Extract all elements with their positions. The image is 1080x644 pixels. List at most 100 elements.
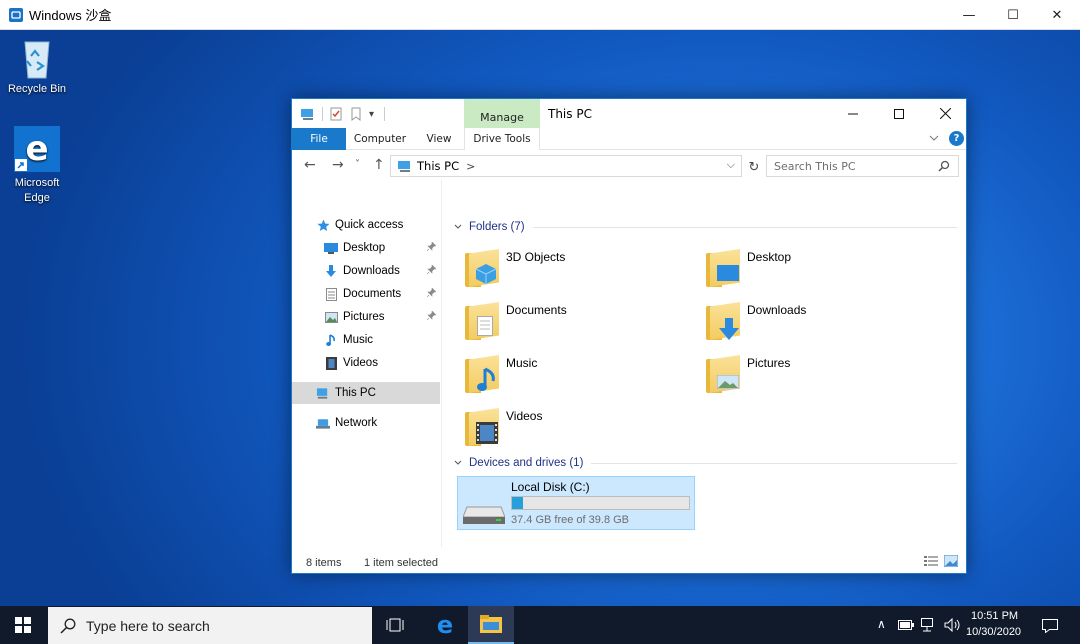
nav-quick-access[interactable]: Quick access	[292, 214, 440, 236]
clock-time[interactable]: 10:51 PM	[971, 610, 1018, 622]
nav-videos[interactable]: Videos	[292, 352, 440, 374]
recycle-bin-shortcut[interactable]: Recycle Bin	[0, 36, 74, 97]
nav-pictures[interactable]: Pictures	[292, 306, 440, 328]
desktop: Recycle Bin e Microsoft Edge ▾ Manage Th…	[0, 30, 1080, 606]
folder-pictures[interactable]: Pictures	[698, 347, 928, 397]
documents-icon	[324, 287, 338, 301]
pin-icon	[426, 287, 437, 299]
customize-qat-dropdown[interactable]: ▾	[369, 109, 374, 120]
forward-button[interactable]: →	[332, 157, 344, 173]
sandbox-window-title: Windows 沙盒	[29, 8, 112, 23]
folder-videos[interactable]: Videos	[457, 400, 687, 450]
taskbar-edge-button[interactable]: e	[422, 606, 468, 644]
search-placeholder: Search This PC	[774, 159, 856, 173]
task-view-button[interactable]	[372, 606, 418, 644]
pin-icon	[426, 264, 437, 276]
task-view-icon	[386, 618, 404, 632]
taskbar-search-placeholder: Type here to search	[86, 617, 210, 634]
nav-label: Documents	[343, 288, 402, 300]
nav-network[interactable]: Network	[292, 412, 440, 434]
cube-icon	[475, 264, 497, 284]
tab-file[interactable]: File	[292, 128, 346, 150]
explorer-maximize-button[interactable]	[876, 99, 922, 128]
edge-shortcut[interactable]: e Microsoft Edge	[0, 126, 74, 206]
nav-desktop[interactable]: Desktop	[292, 237, 440, 259]
star-icon	[316, 218, 330, 232]
tab-computer[interactable]: Computer	[346, 128, 414, 150]
sandbox-minimize-button[interactable]: —	[946, 0, 992, 30]
tab-drive-tools[interactable]: Drive Tools	[464, 128, 540, 150]
folder-icon	[465, 302, 499, 340]
start-button[interactable]	[0, 606, 46, 644]
nav-label: Pictures	[343, 311, 385, 323]
network-icon	[316, 416, 330, 430]
address-bar-row: ← → ˅ ↑ This PC > ⌵ ↻ Search This PC	[292, 150, 966, 180]
network-icon[interactable]	[921, 618, 937, 632]
nav-this-pc[interactable]: This PC	[292, 382, 440, 404]
new-folder-icon[interactable]	[349, 107, 363, 121]
help-button[interactable]: ?	[949, 131, 964, 146]
folder-3d-objects[interactable]: 3D Objects	[457, 241, 687, 291]
folder-documents[interactable]: Documents	[457, 294, 687, 344]
picture-icon	[717, 375, 739, 389]
hard-drive-icon	[463, 506, 505, 524]
drive-local-disk-c[interactable]: Local Disk (C:) 37.4 GB free of 39.8 GB	[457, 476, 695, 530]
folder-desktop[interactable]: Desktop	[698, 241, 928, 291]
folder-name: Pictures	[747, 356, 791, 370]
folder-icon	[465, 355, 499, 393]
tray-overflow-chevron[interactable]: ∧	[877, 617, 886, 631]
explorer-close-button[interactable]	[922, 99, 968, 128]
nav-downloads[interactable]: Downloads	[292, 260, 440, 282]
nav-music[interactable]: Music	[292, 329, 440, 351]
group-label: Devices and drives (1)	[469, 457, 584, 469]
battery-icon[interactable]	[898, 620, 914, 630]
sandbox-close-button[interactable]: ✕	[1034, 0, 1080, 30]
sandbox-maximize-button[interactable]: ☐	[990, 0, 1036, 30]
this-pc-icon	[301, 109, 313, 120]
up-button[interactable]: ↑	[373, 157, 385, 173]
volume-icon[interactable]	[944, 618, 960, 632]
clock-date[interactable]: 10/30/2020	[966, 626, 1021, 638]
address-path[interactable]: This PC	[417, 159, 459, 173]
folder-icon	[465, 408, 499, 446]
drive-usage-bar	[511, 496, 690, 510]
edge-icon: e	[14, 126, 60, 172]
back-button[interactable]: ←	[304, 157, 316, 173]
folder-downloads[interactable]: Downloads	[698, 294, 928, 344]
devices-group-header[interactable]: Devices and drives (1)	[453, 457, 957, 469]
explorer-title-bar: ▾ Manage This PC	[292, 99, 966, 128]
chevron-down-icon	[454, 460, 462, 465]
ribbon-tabs: File Computer View Drive Tools ?	[292, 128, 966, 150]
details-view-icon[interactable]	[924, 555, 938, 567]
properties-icon[interactable]	[329, 107, 343, 121]
breadcrumb-separator[interactable]: >	[466, 160, 475, 173]
folder-name: Downloads	[747, 303, 807, 317]
explorer-minimize-button[interactable]	[830, 99, 876, 128]
recent-locations-button[interactable]: ˅	[355, 159, 360, 170]
recycle-bin-label: Recycle Bin	[7, 83, 67, 95]
file-explorer-window: ▾ Manage This PC File Computer View Driv…	[291, 98, 967, 574]
taskbar-file-explorer-button[interactable]	[468, 606, 514, 644]
folder-music[interactable]: Music	[457, 347, 687, 397]
nav-documents[interactable]: Documents	[292, 283, 440, 305]
nav-label: Desktop	[343, 242, 386, 254]
nav-label: Quick access	[335, 219, 404, 231]
nav-label: Network	[335, 417, 378, 429]
notifications-icon[interactable]	[1042, 619, 1058, 633]
search-input[interactable]: Search This PC	[766, 155, 959, 177]
tab-view[interactable]: View	[414, 128, 464, 150]
address-box[interactable]: This PC > ⌵	[390, 155, 742, 177]
address-dropdown[interactable]: ⌵	[727, 158, 735, 172]
videos-icon	[324, 356, 338, 370]
folder-name: Documents	[506, 303, 567, 317]
manage-contextual-tab[interactable]: Manage	[464, 99, 540, 128]
nav-label: Videos	[343, 357, 378, 369]
recycle-bin-icon	[24, 41, 50, 79]
pin-icon	[426, 310, 437, 322]
ribbon-expand-icon[interactable]	[928, 132, 940, 147]
refresh-button[interactable]: ↻	[745, 156, 763, 178]
taskbar-search-box[interactable]: Type here to search	[48, 607, 372, 644]
windows-logo-icon	[15, 617, 31, 633]
large-icons-view-icon[interactable]	[944, 555, 958, 567]
folders-group-header[interactable]: Folders (7)	[453, 221, 957, 233]
